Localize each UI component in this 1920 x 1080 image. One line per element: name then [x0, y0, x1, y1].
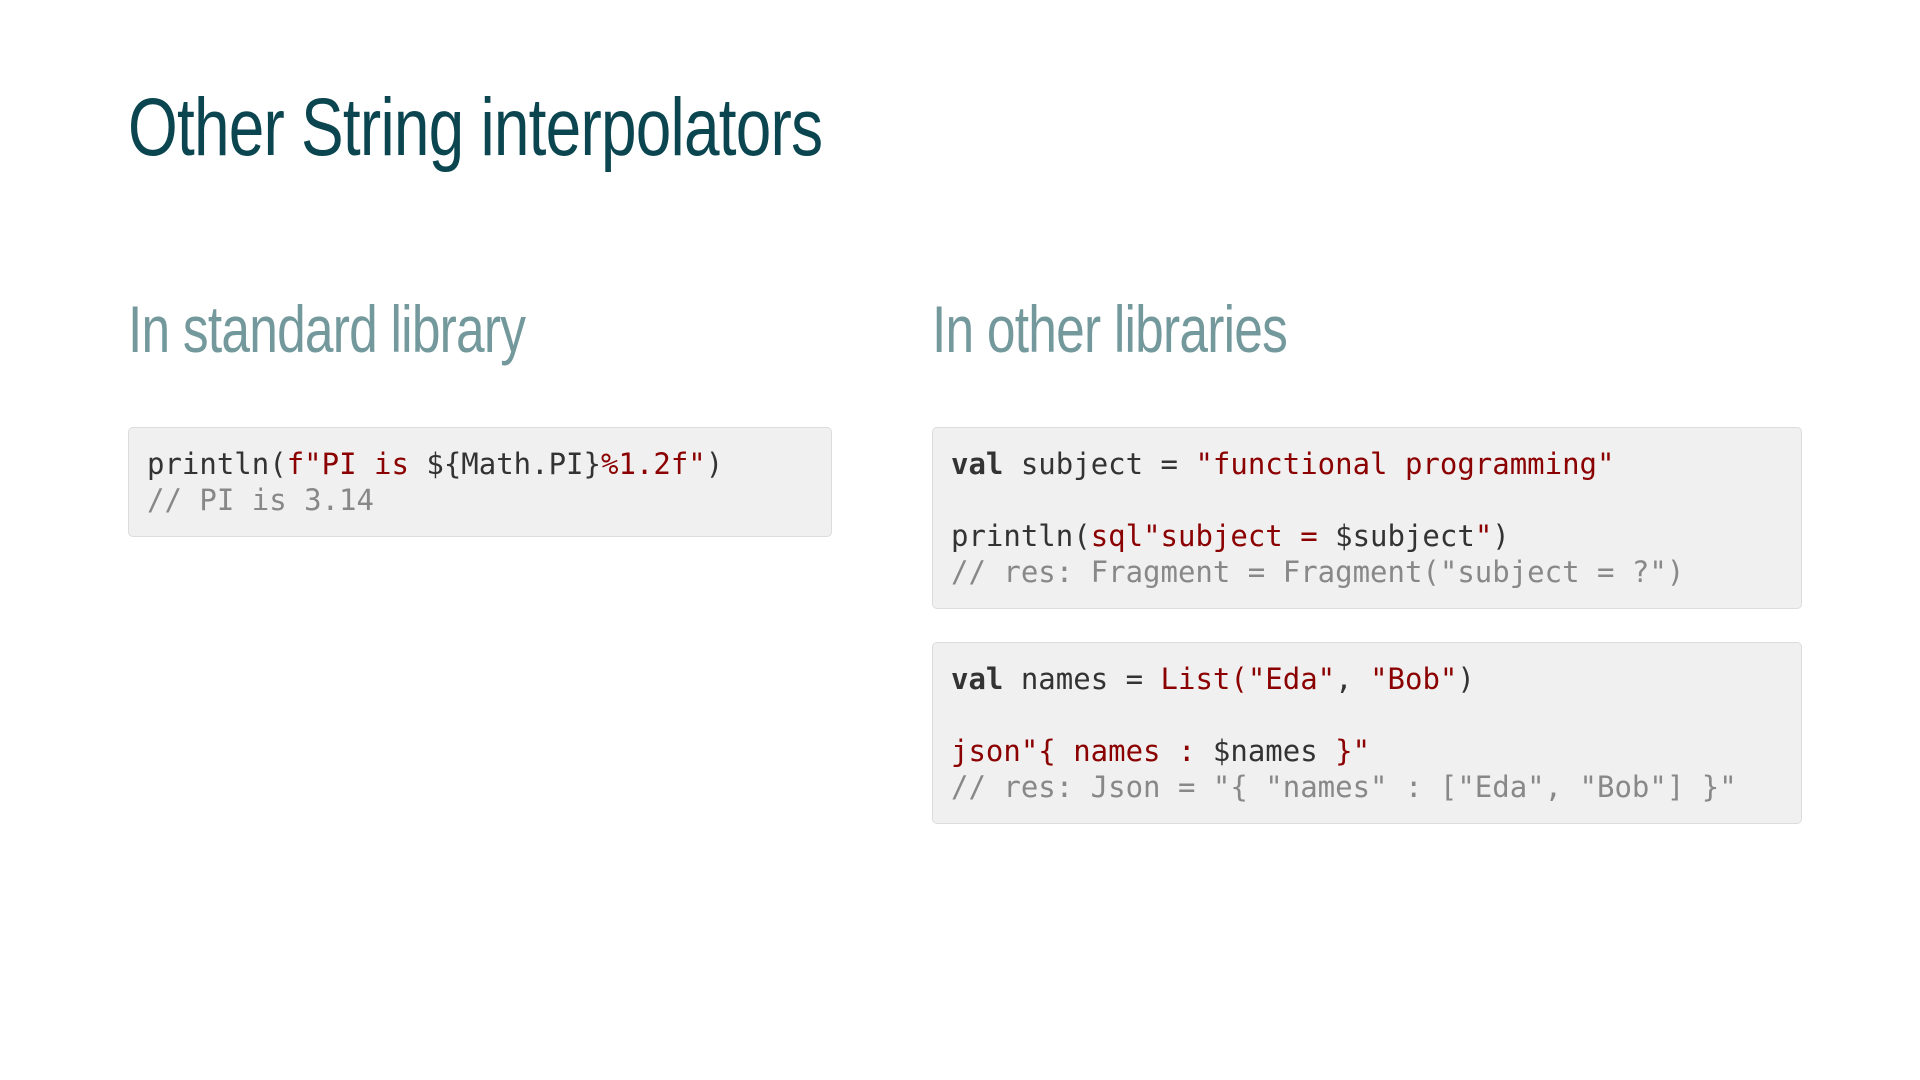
code-token: ,	[1335, 662, 1371, 696]
code-token: )	[1457, 662, 1475, 696]
code-token: ${Math.PI}	[426, 447, 601, 481]
code-token: $subject	[1335, 519, 1475, 553]
code-comment: // res: Json = "{ "names" : ["Eda", "Bob…	[951, 770, 1737, 804]
code-token-string: sql"subject =	[1090, 519, 1336, 553]
code-token-string: "functional programming"	[1195, 447, 1615, 481]
code-block-sql: val subject = "functional programming" pr…	[932, 427, 1802, 609]
slide: Other String interpolators In standard l…	[0, 0, 1920, 1080]
code-token-string: }"	[1317, 734, 1371, 768]
code-keyword: val	[951, 662, 1004, 696]
code-token: println(	[951, 519, 1091, 553]
code-token: $names	[1212, 734, 1318, 768]
code-token-string: %1.2f"	[600, 447, 706, 481]
code-token: println(	[147, 447, 287, 481]
code-token-string: f"PI is	[286, 447, 427, 481]
code-token-string: "Eda"	[1247, 662, 1336, 696]
code-token: )	[705, 447, 724, 481]
code-line: val names = List("Eda", "Bob")	[951, 661, 1783, 697]
code-block-json: val names = List("Eda", "Bob") json"{ nam…	[932, 642, 1802, 824]
code-block-standard: println(f"PI is ${Math.PI}%1.2f")// PI i…	[128, 427, 832, 537]
code-token: names =	[1003, 662, 1161, 696]
code-token: subject =	[1003, 447, 1196, 481]
heading-other-libraries: In other libraries	[932, 292, 1288, 366]
code-token-string: List(	[1160, 662, 1248, 696]
code-token-string: json"{ names :	[951, 734, 1213, 768]
code-keyword: val	[951, 447, 1004, 481]
code-line: json"{ names : $names }"	[951, 733, 1783, 769]
code-comment: // res: Fragment = Fragment("subject = ?…	[951, 555, 1685, 589]
slide-title: Other String interpolators	[128, 82, 823, 173]
code-token-string: "	[1474, 519, 1493, 553]
code-line: val subject = "functional programming"	[951, 446, 1783, 482]
code-line: println(sql"subject = $subject")	[951, 518, 1783, 554]
code-token-string: "Bob"	[1370, 662, 1458, 696]
code-line: println(f"PI is ${Math.PI}%1.2f")	[147, 446, 813, 482]
code-token: )	[1492, 519, 1510, 553]
code-comment: // PI is 3.14	[147, 483, 374, 517]
heading-standard-library: In standard library	[128, 292, 526, 366]
